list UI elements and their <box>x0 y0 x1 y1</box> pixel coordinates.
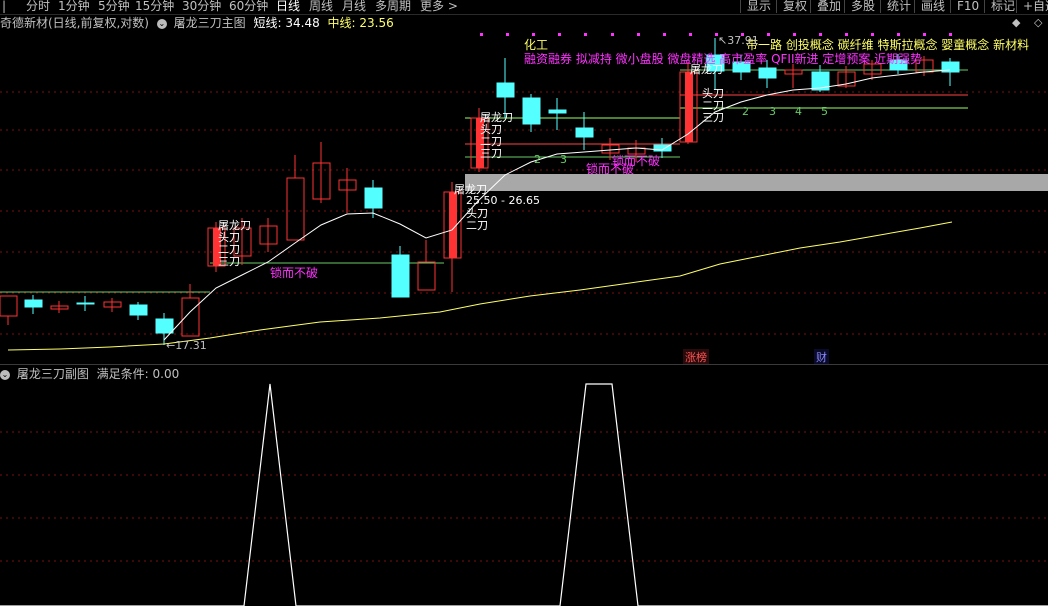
limit-up-tag[interactable]: 涨榜 <box>683 349 709 365</box>
count-5-b: 5 <box>821 105 828 118</box>
gap-band <box>465 174 1048 191</box>
finance-tag[interactable]: 财 <box>814 349 829 365</box>
sub-indicator-name[interactable]: 屠龙三刀副图 <box>17 367 89 381</box>
lock-text-1: 锁而不破 <box>270 266 319 280</box>
pane-separator[interactable] <box>0 364 1048 365</box>
blade-labels-3: 屠龙刀 头刀 二刀 三刀 <box>480 112 513 160</box>
count-2-a: 2 <box>534 153 541 166</box>
condition-line <box>0 383 1048 606</box>
second-blade-label: 二刀 <box>466 219 488 232</box>
chart-canvas <box>0 33 1048 606</box>
blade-labels-4: 屠龙刀 <box>690 64 723 76</box>
blade-labels-4b: 头刀 二刀 三刀 <box>702 88 724 124</box>
blade-labels-2: 屠龙刀 <box>454 184 487 196</box>
high-price-label: ↖37.91 <box>718 34 759 47</box>
mid-line <box>7 221 953 351</box>
blade-labels-2b: 头刀 二刀 <box>466 208 488 232</box>
condition-value: 满足条件: 0.00 <box>96 367 180 381</box>
concepts-line-2: 融资融券 拟减持 微小盘股 微盘精选 高市盈率 QFII新进 定增预案 近期强势 <box>524 52 923 66</box>
sub-info-line: ⌄ 屠龙三刀副图 满足条件: 0.00 <box>0 366 179 382</box>
dragon-label: 屠龙刀 <box>454 183 487 196</box>
third-blade-label: 三刀 <box>218 255 240 268</box>
low-price-label: ←17.31 <box>166 339 207 352</box>
sub-indicator-toggle-icon[interactable]: ⌄ <box>0 369 10 380</box>
count-3-a: 3 <box>560 153 567 166</box>
count-4-b: 4 <box>795 105 802 118</box>
lock-text-3: 锁而不破 <box>612 154 661 168</box>
count-2-b: 2 <box>742 105 749 118</box>
third-blade-label: 三刀 <box>702 111 724 124</box>
third-blade-label: 三刀 <box>480 147 502 160</box>
count-3-b: 3 <box>769 105 776 118</box>
main-grid <box>0 91 1048 335</box>
sub-grid <box>0 431 1048 562</box>
dragon-label: 屠龙刀 <box>690 63 723 76</box>
blade-labels-1: 屠龙刀 头刀 二刀 三刀 <box>218 220 251 268</box>
